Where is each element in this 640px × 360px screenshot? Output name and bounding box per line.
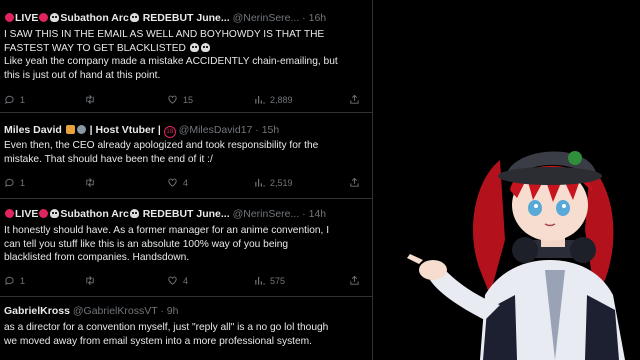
reply-button[interactable]: 1	[4, 274, 25, 288]
author-handle[interactable]: @NerinSere...	[233, 12, 300, 24]
text-line: we moved away from email system into a m…	[4, 335, 312, 347]
pencil-emoji-icon	[65, 125, 75, 134]
tweet-actions: 1 4 575	[4, 274, 366, 288]
views-icon	[255, 178, 265, 187]
skull-emoji-icon	[129, 13, 139, 22]
tweet-actions: 1 4 2,519	[4, 176, 366, 190]
retweet-button[interactable]	[84, 93, 101, 107]
microphone-emoji-icon	[76, 125, 86, 134]
text-line: as a director for a convention myself, j…	[4, 322, 329, 333]
timestamp[interactable]: 15h	[262, 124, 280, 136]
skull-emoji-icon	[129, 209, 139, 218]
live-dot-icon	[39, 209, 49, 218]
tweet[interactable]: Miles David | Host Vtuber | 18 @MilesDav…	[0, 113, 372, 199]
author-suffix: | Host Vtuber |	[89, 124, 161, 136]
age-18-badge-icon: 18	[163, 126, 176, 138]
timestamp[interactable]: 16h	[309, 12, 327, 24]
retweet-icon	[86, 276, 94, 285]
tweet-actions: 1 15 2,889	[4, 93, 366, 107]
tweet-header: LIVE Subathon Arc REDEBUT June... @NerinS…	[4, 206, 326, 222]
text-line: Even then, the CEO already apologized an…	[4, 140, 319, 151]
tweet-text: I SAW THIS IN THE EMAIL AS WELL AND BOYH…	[4, 28, 366, 82]
timestamp[interactable]: 14h	[309, 208, 327, 220]
text-line: It honestly should have. As a former man…	[4, 225, 330, 236]
reply-icon	[5, 95, 14, 105]
text-line: this is just out of hand at this point.	[4, 69, 161, 81]
tweet-header: LIVE Subathon Arc REDEBUT June... @NerinS…	[4, 10, 326, 26]
author-handle[interactable]: @MilesDavid17	[179, 124, 253, 136]
tweet-header: Miles David | Host Vtuber | 18 @MilesDav…	[4, 124, 280, 138]
retweet-button[interactable]	[84, 274, 101, 288]
tweet-text: It honestly should have. As a former man…	[4, 224, 366, 265]
views-icon	[255, 276, 265, 285]
like-icon	[168, 276, 177, 285]
skull-emoji-icon	[50, 209, 60, 218]
author-name[interactable]: LIVE	[15, 208, 38, 220]
author-name-rest[interactable]: Subathon Arc	[60, 12, 128, 24]
tweet[interactable]: GabrielKross @GabrielKrossVT · 9h as a d…	[0, 297, 372, 360]
text-line: I SAW THIS IN THE EMAIL AS WELL AND BOYH…	[4, 29, 325, 40]
tweet-feed: LIVE Subathon Arc REDEBUT June... @NerinS…	[0, 0, 373, 360]
text-line: blacklisted from companies. Handsdown.	[4, 252, 190, 263]
text-line: FASTEST WAY TO GET BLACKLISTED	[4, 42, 366, 56]
live-dot-icon	[5, 13, 14, 22]
retweet-icon	[86, 178, 94, 187]
live-dot-icon	[39, 13, 49, 22]
reply-icon	[5, 276, 14, 286]
like-button[interactable]: 4	[167, 176, 188, 190]
author-handle[interactable]: @GabrielKrossVT	[73, 305, 158, 317]
reply-button[interactable]: 1	[4, 176, 25, 190]
like-icon	[168, 178, 177, 187]
retweet-icon	[86, 95, 94, 104]
author-handle[interactable]: @NerinSere...	[233, 208, 300, 220]
live-dot-icon	[5, 209, 14, 218]
share-button[interactable]	[349, 274, 365, 288]
retweet-button[interactable]	[84, 176, 101, 190]
author-name[interactable]: Miles David	[4, 124, 62, 136]
like-icon	[168, 95, 177, 104]
vtuber-avatar	[407, 151, 625, 360]
skull-emoji-icon	[50, 13, 60, 22]
timestamp[interactable]: 9h	[167, 305, 179, 317]
share-button[interactable]	[349, 93, 365, 107]
author-name[interactable]: GabrielKross	[4, 305, 70, 317]
tweet-text: Even then, the CEO already apologized an…	[4, 139, 366, 166]
author-name-rest[interactable]: Subathon Arc	[60, 208, 128, 220]
author-name-tail[interactable]: REDEBUT June...	[140, 12, 230, 24]
tweet-text: as a director for a convention myself, j…	[4, 321, 366, 348]
tweet-header: GabrielKross @GabrielKrossVT · 9h	[4, 305, 179, 317]
skull-emoji-icon	[189, 42, 199, 52]
text-line: Like yeah the company made a mistake ACC…	[4, 56, 338, 67]
share-button[interactable]	[349, 176, 365, 190]
views-button[interactable]: 2,889	[254, 93, 293, 107]
share-icon	[350, 275, 359, 285]
reply-icon	[5, 178, 14, 188]
skull-emoji-icon	[200, 42, 210, 52]
text-line: can tell you stuff like this is an absol…	[4, 238, 289, 250]
tweet[interactable]: LIVE Subathon Arc REDEBUT June... @NerinS…	[0, 199, 372, 297]
reply-button[interactable]: 1	[4, 93, 25, 107]
views-button[interactable]: 575	[254, 274, 285, 288]
views-icon	[255, 95, 265, 104]
share-icon	[350, 94, 359, 104]
like-button[interactable]: 4	[167, 274, 188, 288]
author-name-tail[interactable]: REDEBUT June...	[140, 208, 230, 220]
views-button[interactable]: 2,519	[254, 176, 293, 190]
text-line: mistake. That should have been the end o…	[4, 153, 213, 165]
share-icon	[350, 177, 359, 187]
author-name[interactable]: LIVE	[15, 12, 38, 24]
like-button[interactable]: 15	[167, 93, 193, 107]
tweet[interactable]: LIVE Subathon Arc REDEBUT June... @NerinS…	[0, 0, 372, 113]
